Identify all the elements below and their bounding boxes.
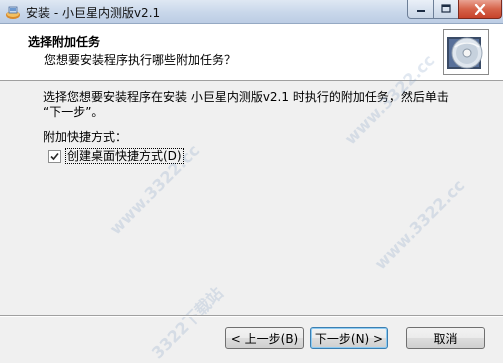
back-button[interactable]: < 上一步(B)	[225, 327, 304, 349]
back-button-label: < 上一步(B)	[230, 331, 299, 346]
maximize-button[interactable]	[433, 0, 459, 19]
next-button-label: 下一步(N) >	[314, 331, 384, 346]
title-bar[interactable]: 安装 - 小巨星内测版v2.1	[0, 0, 503, 24]
close-icon	[474, 3, 486, 15]
desktop-shortcut-option[interactable]: 创建桌面快捷方式(D)	[48, 148, 184, 164]
watermark-text-2: 3322下载站	[147, 283, 227, 363]
desktop-shortcut-checkbox[interactable]	[48, 149, 61, 163]
wizard-header: 选择附加任务 您想要安装程序执行哪些附加任务？	[0, 24, 503, 81]
window-title: 安装 - 小巨星内测版v2.1	[26, 6, 161, 20]
page-subtitle: 您想要安装程序执行哪些附加任务？	[44, 53, 237, 67]
next-button[interactable]: 下一步(N) >	[310, 327, 388, 349]
minimize-icon	[416, 10, 425, 12]
footer-divider-highlight	[0, 316, 503, 317]
desktop-shortcut-label[interactable]: 创建桌面快捷方式(D)	[65, 148, 184, 164]
installer-app-icon	[6, 6, 20, 19]
maximize-icon	[441, 4, 451, 13]
cancel-button-label: 取消	[433, 331, 458, 346]
cancel-button[interactable]: 取消	[406, 327, 485, 349]
instruction-line-2: “下一步”。	[43, 105, 104, 119]
checkmark-icon	[50, 152, 59, 160]
shortcut-group-label: 附加快捷方式：	[43, 130, 128, 144]
installer-disc-icon	[443, 29, 489, 75]
page-title: 选择附加任务	[28, 35, 101, 49]
close-button[interactable]	[458, 0, 502, 19]
minimize-button[interactable]	[407, 0, 434, 19]
instruction-text: 选择您想要安装程序在安装 小巨星内测版v2.1 时执行的附加任务，然后单击 “下…	[43, 90, 463, 120]
instruction-line-1: 选择您想要安装程序在安装 小巨星内测版v2.1 时执行的附加任务，然后单击	[43, 90, 449, 104]
watermark-text: www.3322.cc	[370, 175, 469, 274]
